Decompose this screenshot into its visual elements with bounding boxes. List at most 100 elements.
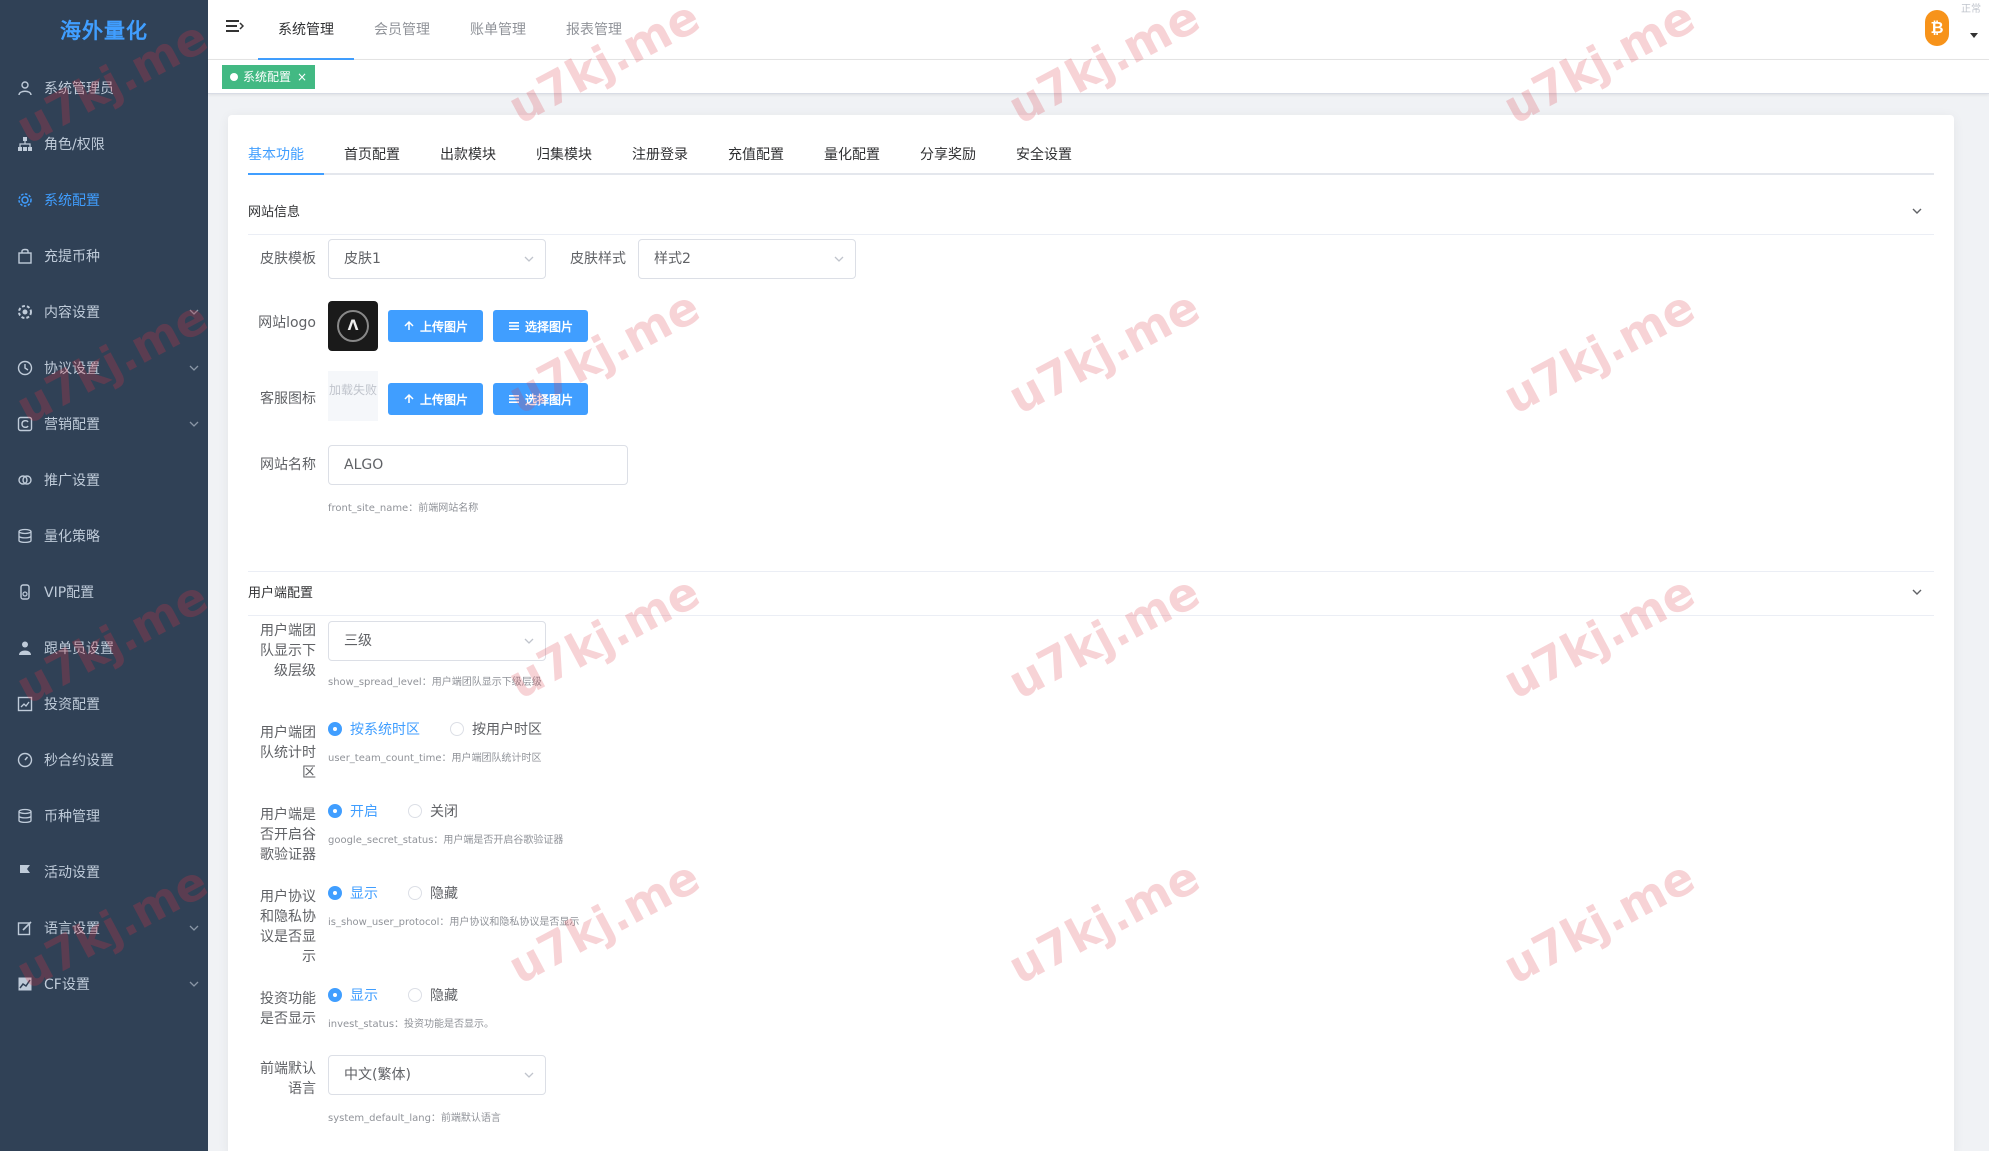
section-user-title: 用户端配置 (248, 586, 314, 601)
upload-service-icon-button[interactable]: 上传图片 (388, 383, 484, 415)
sidebar-item-16[interactable]: CF设置 (0, 956, 208, 1012)
tab-share[interactable]: 分享奖励 (900, 135, 996, 175)
radio-label: 隐藏 (430, 886, 458, 902)
google-auth-hint: google_secret_status：用户端是否开启谷歌验证器 (328, 835, 564, 846)
upload-logo-button[interactable]: 上传图片 (388, 310, 484, 342)
count-time-radio-group: 按系统时区 按用户时区 (328, 719, 572, 739)
tab-security[interactable]: 安全设置 (996, 135, 1092, 175)
tab-basic[interactable]: 基本功能 (248, 135, 324, 175)
sidebar-item-label: 推广设置 (44, 473, 100, 489)
sidebar-item-label: VIP配置 (44, 585, 95, 601)
bag-icon (16, 247, 34, 265)
upload-label: 上传图片 (420, 319, 469, 334)
radio-google-off[interactable]: 关闭 (408, 801, 458, 821)
site-name-input[interactable]: ALGO (328, 445, 628, 485)
tab-quant[interactable]: 量化配置 (804, 135, 900, 175)
sidebar-item-8[interactable]: 量化策略 (0, 508, 208, 564)
invest-label: 投资功能是否显示 (260, 991, 316, 1027)
radio-protocol-show[interactable]: 显示 (328, 883, 378, 903)
radio-label: 关闭 (430, 804, 458, 820)
chevron-down-icon (524, 1072, 534, 1078)
list-icon (509, 395, 520, 403)
brand-logo[interactable]: 海外量化 (0, 0, 208, 60)
invest-radio-group: 显示 隐藏 (328, 985, 494, 1005)
radio-google-on[interactable]: 开启 (328, 801, 378, 821)
default-lang-value: 中文(繁体) (344, 1067, 411, 1083)
sidebar-item-13[interactable]: 币种管理 (0, 788, 208, 844)
chevron-down-icon[interactable] (1910, 585, 1924, 599)
sidebar-item-2[interactable]: 系统配置 (0, 172, 208, 228)
select-service-icon-button[interactable]: 选择图片 (493, 383, 589, 415)
tab-recharge[interactable]: 充值配置 (708, 135, 804, 175)
sidebar-item-14[interactable]: 活动设置 (0, 844, 208, 900)
sidebar-item-6[interactable]: 营销配置 (0, 396, 208, 452)
sidebar-item-0[interactable]: 系统管理员 (0, 60, 208, 116)
section-user-header[interactable]: 用户端配置 (248, 568, 1934, 616)
skin-template-select[interactable]: 皮肤1 (328, 239, 546, 279)
team-level-select[interactable]: 三级 (328, 621, 546, 661)
radio-protocol-hide[interactable]: 隐藏 (408, 883, 458, 903)
tab-withdraw[interactable]: 出款模块 (420, 135, 516, 175)
avatar[interactable]: ₿ (1925, 10, 1949, 46)
radio-dot (328, 988, 342, 1002)
sidebar-item-label: 跟单员设置 (44, 641, 114, 657)
sidebar-item-11[interactable]: 投资配置 (0, 676, 208, 732)
select-label: 选择图片 (525, 392, 574, 407)
skin-template-label: 皮肤模板 (260, 251, 316, 267)
default-lang-hint: system_default_lang：前端默认语言 (328, 1113, 501, 1124)
radio-user-timezone[interactable]: 按用户时区 (450, 719, 542, 739)
tab-reports[interactable]: 报表管理 (546, 0, 642, 60)
team-level-hint: show_spread_level：用户端团队显示下级层级 (328, 677, 542, 688)
radio-dot (328, 722, 342, 736)
row-site-name: 网站名称 ALGO front_site_name：前端网站名称 (248, 445, 628, 514)
picture-icon (16, 695, 34, 713)
tab-register[interactable]: 注册登录 (612, 135, 708, 175)
radio-invest-show[interactable]: 显示 (328, 985, 378, 1005)
tab-collect[interactable]: 归集模块 (516, 135, 612, 175)
sidebar-item-1[interactable]: 角色/权限 (0, 116, 208, 172)
sidebar-item-label: 秒合约设置 (44, 753, 114, 769)
radio-dot (408, 804, 422, 818)
chevron-down-icon (189, 421, 199, 427)
default-lang-select[interactable]: 中文(繁体) (328, 1055, 546, 1095)
tag-system-config[interactable]: 系统配置 × (222, 65, 316, 89)
chart-icon (16, 975, 34, 993)
row-default-lang: 前端默认语言 中文(繁体) system_default_lang：前端默认语言 (248, 1055, 546, 1124)
sidebar-item-15[interactable]: 语言设置 (0, 900, 208, 956)
skin-template-value: 皮肤1 (344, 251, 381, 267)
tags-view: 系统配置 × (208, 60, 1989, 94)
sidebar-item-12[interactable]: 秒合约设置 (0, 732, 208, 788)
caret-down-icon[interactable] (1969, 30, 1979, 40)
tab-members[interactable]: 会员管理 (354, 0, 450, 60)
chevron-down-icon (524, 638, 534, 644)
radio-invest-hide[interactable]: 隐藏 (408, 985, 458, 1005)
site-name-label: 网站名称 (260, 457, 316, 473)
sidebar-item-10[interactable]: 跟单员设置 (0, 620, 208, 676)
select-label: 选择图片 (525, 319, 574, 334)
invest-hint: invest_status：投资功能是否显示。 (328, 1019, 495, 1030)
tab-system[interactable]: 系统管理 (258, 0, 354, 60)
sidebar-item-label: CF设置 (44, 977, 90, 993)
radio-dot (408, 988, 422, 1002)
sidebar-item-4[interactable]: 内容设置 (0, 284, 208, 340)
sidebar-item-label: 内容设置 (44, 305, 100, 321)
sidebar-item-label: 活动设置 (44, 865, 100, 881)
tag-close-icon[interactable]: × (297, 65, 307, 89)
chevron-down-icon (189, 365, 199, 371)
sidebar-item-5[interactable]: 协议设置 (0, 340, 208, 396)
protocol-radio-group: 显示 隐藏 (328, 883, 579, 903)
sidebar-item-9[interactable]: VIP配置 (0, 564, 208, 620)
sidebar-item-7[interactable]: 推广设置 (0, 452, 208, 508)
section-site-header[interactable]: 网站信息 (248, 187, 1934, 235)
tab-bills[interactable]: 账单管理 (450, 0, 546, 60)
chevron-down-icon[interactable] (1910, 204, 1924, 218)
row-invest: 投资功能是否显示 显示 隐藏 invest_status：投资功能是否显示。 (248, 988, 495, 1030)
sidebar-item-3[interactable]: 充提币种 (0, 228, 208, 284)
radio-system-timezone[interactable]: 按系统时区 (328, 719, 420, 739)
tab-home[interactable]: 首页配置 (324, 135, 420, 175)
hamburger-icon[interactable] (224, 16, 244, 36)
select-logo-button[interactable]: 选择图片 (493, 310, 589, 342)
skin-style-select[interactable]: 样式2 (638, 239, 856, 279)
count-time-label: 用户端团队统计时区 (260, 725, 316, 781)
radio-dot (450, 722, 464, 736)
